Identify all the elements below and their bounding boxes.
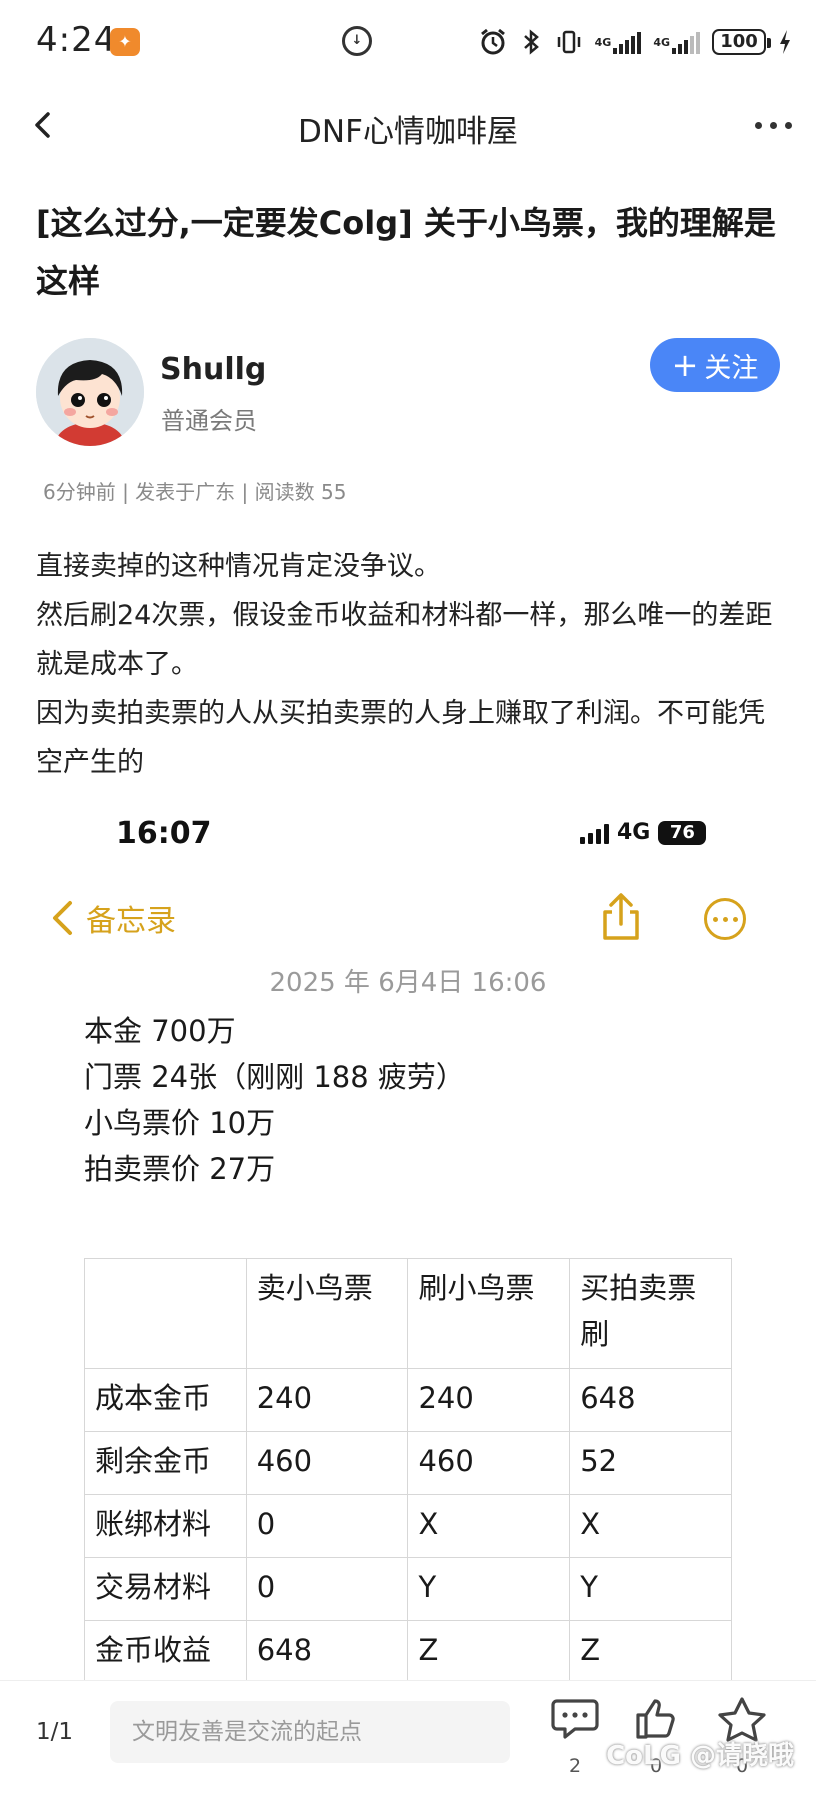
embedded-status-icons: 4G 76 [580, 820, 707, 845]
table-cell: 648 [569, 1368, 732, 1432]
note-line: 小鸟票价 10万 [84, 1106, 276, 1140]
table-cell: 交易材料 [84, 1557, 247, 1621]
table-cell: 52 [569, 1431, 732, 1495]
table-cell: 460 [407, 1431, 571, 1495]
status-time: 4:24 [36, 20, 117, 60]
embedded-network: 4G [617, 820, 651, 845]
more-dots-icon [755, 122, 762, 129]
note-table: 卖小鸟票 刷小鸟票 买拍卖票刷 成本金币 240 240 648 剩余金币 46… [84, 1258, 732, 1684]
author-name[interactable]: Shullg [160, 352, 266, 387]
alarm-icon [479, 27, 507, 57]
table-header-cell: 卖小鸟票 [245, 1258, 409, 1369]
post-meta: 6分钟前 | 发表于广东 | 阅读数 55 [43, 480, 347, 504]
follow-label: 关注 [704, 352, 759, 384]
post-body: 直接卖掉的这种情况肯定没争议。 然后刷24次票，假设金币收益和材料都一样，那么唯… [36, 542, 780, 787]
notes-back-label: 备忘录 [86, 904, 176, 939]
table-cell: Y [407, 1557, 571, 1621]
table-cell: 240 [245, 1368, 409, 1432]
comment-icon [551, 1699, 599, 1739]
share-icon [598, 892, 644, 942]
status-bar: 4:24 ✦ ↓ 4G 4G 100 [0, 0, 816, 86]
page-indicator[interactable]: 1/1 [36, 1719, 73, 1745]
body-paragraph: 然后刷24次票，假设金币收益和材料都一样，那么唯一的差距就是成本了。 [36, 600, 773, 680]
table-header-cell [84, 1258, 247, 1369]
table-header-cell: 买拍卖票刷 [569, 1258, 732, 1369]
charging-icon [778, 27, 792, 57]
body-paragraph: 直接卖掉的这种情况肯定没争议。 [36, 551, 441, 582]
signal-2-icon: 4G [653, 27, 700, 57]
table-row: 金币收益 648 Z Z [84, 1620, 732, 1684]
app-notification-icon: ✦ [110, 28, 140, 56]
plus-icon: + [671, 346, 699, 384]
note-line: 拍卖票价 27万 [84, 1152, 276, 1186]
table-cell: Z [569, 1620, 732, 1684]
avatar[interactable] [36, 338, 144, 446]
notes-back-button: 备忘录 [50, 896, 176, 940]
table-cell: Y [569, 1557, 732, 1621]
table-cell: 金币收益 [84, 1620, 247, 1684]
body-paragraph: 因为卖拍卖票的人从买拍卖票的人身上赚取了利润。不可能凭空产生的 [36, 698, 765, 778]
note-line: 门票 24张（刚刚 188 疲劳） [84, 1060, 465, 1094]
table-header-cell: 刷小鸟票 [407, 1258, 571, 1369]
table-cell: 账绑材料 [84, 1494, 247, 1558]
comment-count: 2 [568, 1755, 582, 1777]
follow-button[interactable]: + 关注 [650, 338, 780, 392]
notes-more-icon [704, 898, 746, 940]
more-options-button[interactable] [755, 122, 792, 129]
watermark: CoLG @请晓哦 [606, 1741, 794, 1771]
table-cell: 460 [245, 1431, 409, 1495]
note-line: 本金 700万 [84, 1014, 236, 1048]
embedded-battery-icon: 76 [658, 820, 707, 845]
table-cell: 0 [245, 1494, 409, 1558]
table-cell: 成本金币 [84, 1368, 247, 1432]
author-role: 普通会员 [161, 407, 257, 435]
embedded-signal-icon [580, 822, 609, 844]
bluetooth-icon [519, 27, 543, 57]
embedded-status-time: 16:07 [116, 816, 212, 851]
table-row: 交易材料 0 Y Y [84, 1557, 732, 1621]
table-cell: 剩余金币 [84, 1431, 247, 1495]
table-cell: X [569, 1494, 732, 1558]
table-cell: 240 [407, 1368, 571, 1432]
note-text: 本金 700万 门票 24张（刚刚 188 疲劳） 小鸟票价 10万 拍卖票价 … [84, 1008, 465, 1192]
table-row: 账绑材料 0 X X [84, 1494, 732, 1558]
table-cell: Z [407, 1620, 571, 1684]
comment-button[interactable]: 2 [545, 1693, 605, 1793]
post-title: [这么过分,一定要发Colg] 关于小鸟票，我的理解是这样 [36, 204, 776, 300]
table-header-row: 卖小鸟票 刷小鸟票 买拍卖票刷 [84, 1258, 732, 1369]
table-cell: X [407, 1494, 571, 1558]
chevron-left-icon [53, 901, 72, 935]
table-row: 成本金币 240 240 648 [84, 1368, 732, 1432]
bottom-bar: 1/1 文明友善是交流的起点 2 0 0 CoLG @请晓哦 [0, 1680, 816, 1800]
status-icons: 4G 4G 100 [479, 22, 792, 62]
signal-1-icon: 4G [595, 27, 642, 57]
note-date: 2025 年 6月4日 16:06 [269, 968, 547, 998]
table-cell: 648 [245, 1620, 409, 1684]
embedded-screenshot[interactable]: 16:07 4G 76 备忘录 2025 年 6月4日 16:06 本金 700… [0, 800, 816, 1684]
vibrate-icon [555, 27, 583, 57]
comment-input[interactable]: 文明友善是交流的起点 [110, 1701, 510, 1763]
table-cell: 0 [245, 1557, 409, 1621]
table-row: 剩余金币 460 460 52 [84, 1431, 732, 1495]
nav-bar: DNF心情咖啡屋 [0, 86, 816, 166]
data-saver-icon: ↓ [342, 26, 372, 56]
page-title: DNF心情咖啡屋 [298, 114, 518, 150]
battery-icon: 100 [712, 29, 771, 55]
